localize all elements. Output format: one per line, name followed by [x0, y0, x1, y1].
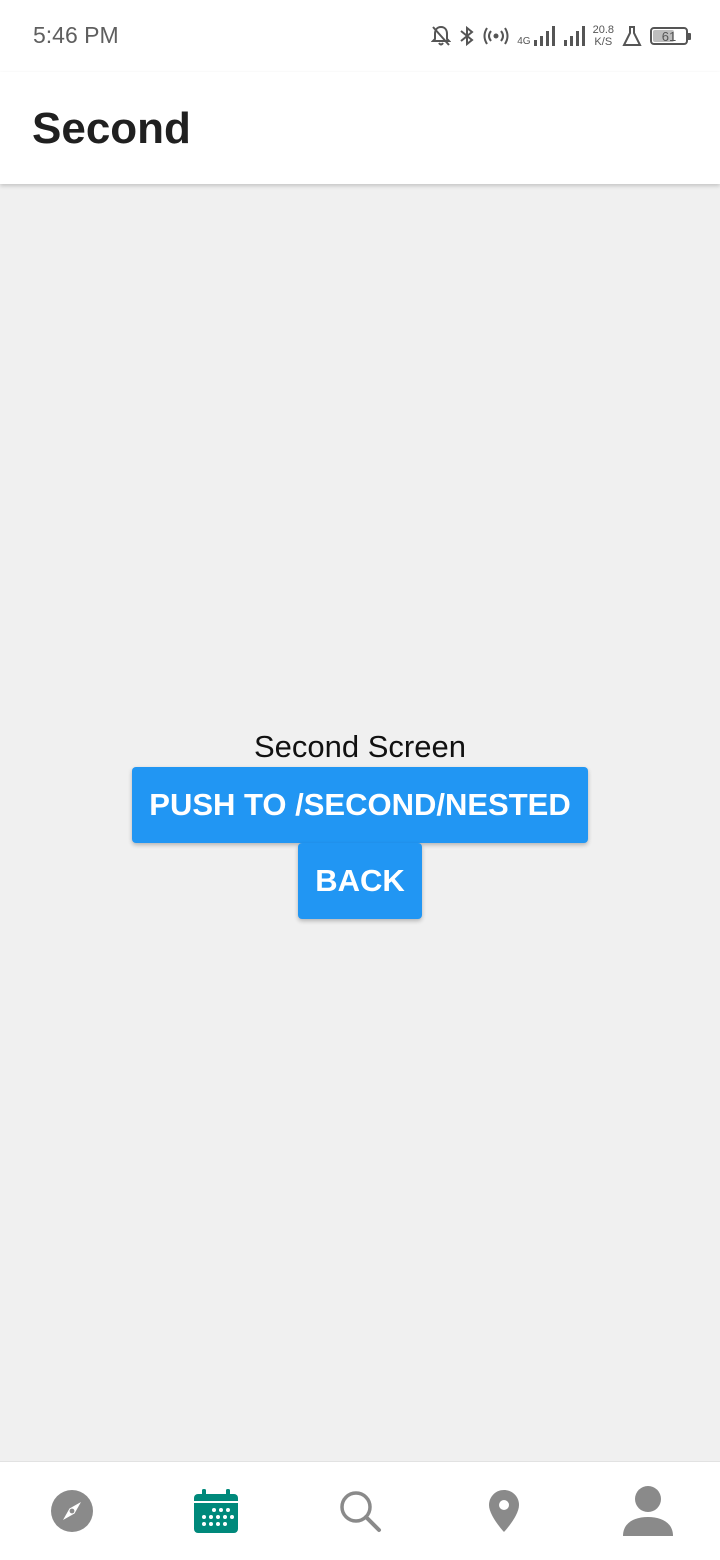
calendar-icon — [193, 1488, 239, 1534]
nav-item-calendar[interactable] — [144, 1462, 288, 1560]
center-block: Second Screen PUSH TO /SECOND/NESTED BAC… — [132, 727, 588, 919]
network-type: 4G — [517, 36, 531, 47]
search-icon — [338, 1489, 382, 1533]
status-time: 5:46 PM — [33, 22, 119, 48]
push-nested-button[interactable]: PUSH TO /SECOND/NESTED — [132, 767, 588, 843]
notifications-off-icon — [431, 25, 452, 47]
flask-icon — [622, 25, 642, 47]
network-speed-unit: K/S — [594, 36, 613, 48]
compass-icon — [50, 1489, 94, 1533]
battery-level: 61 — [661, 28, 677, 44]
nav-item-profile[interactable] — [576, 1462, 720, 1560]
app-screen: 5:46 PM 4G 20.8 K/S 61 Second Second Scr… — [0, 0, 720, 1560]
main-content: Second Screen PUSH TO /SECOND/NESTED BAC… — [0, 184, 720, 1462]
bluetooth-icon — [459, 25, 475, 47]
person-icon — [622, 1485, 674, 1537]
bottom-nav — [0, 1461, 720, 1560]
status-icons: 4G 20.8 K/S 61 — [431, 20, 691, 52]
hotspot-icon — [483, 26, 509, 46]
battery-icon: 61 — [650, 27, 691, 45]
signal-icon — [563, 25, 585, 47]
location-pin-icon — [488, 1489, 520, 1533]
nav-item-explore[interactable] — [0, 1462, 144, 1560]
nav-item-search[interactable] — [288, 1462, 432, 1560]
signal-4g-icon: 4G — [517, 25, 555, 47]
screen-label: Second Screen — [254, 729, 466, 764]
page-title: Second — [32, 104, 191, 153]
status-bar: 5:46 PM 4G 20.8 K/S 61 — [0, 0, 720, 72]
network-speed-value: 20.8 — [592, 24, 614, 36]
app-bar: Second — [0, 72, 720, 184]
back-button[interactable]: BACK — [298, 843, 422, 919]
network-speed: 20.8 K/S — [593, 24, 614, 48]
nav-item-location[interactable] — [432, 1462, 576, 1560]
